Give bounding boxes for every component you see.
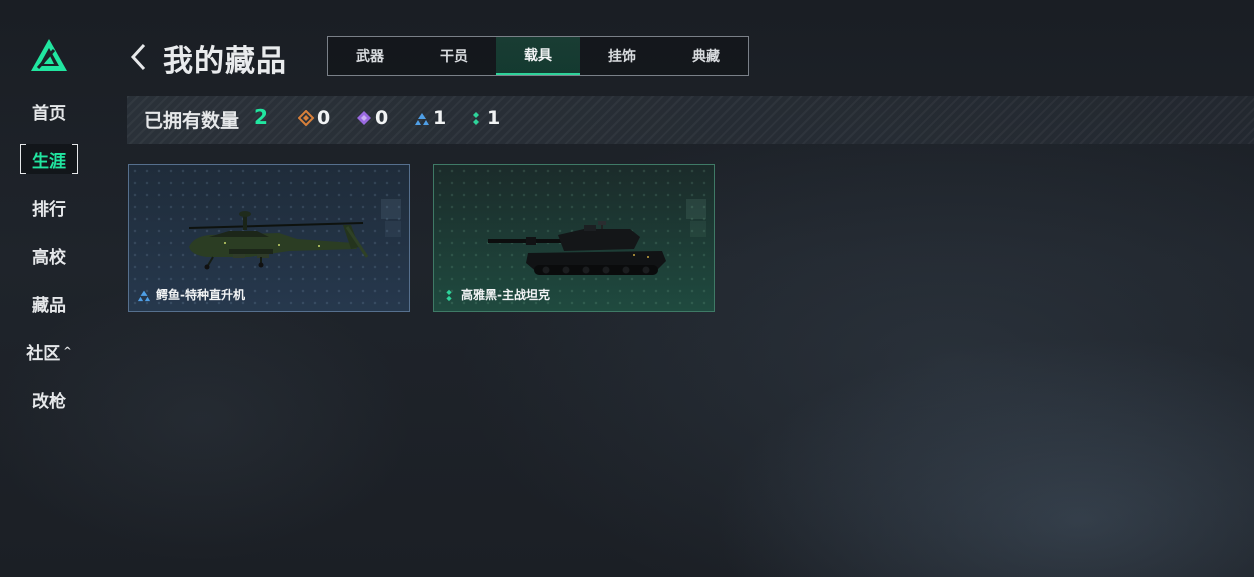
sidebar-item-label: 社区 (26, 343, 61, 364)
tab-vehicles[interactable]: 载具 (496, 37, 580, 75)
tab-weapons[interactable]: 武器 (328, 37, 412, 75)
rarity-count: 1 (487, 107, 501, 129)
sidebar-item-home[interactable]: 首页 (20, 96, 78, 126)
rarity-green: 1 (468, 108, 500, 128)
chevron-left-icon[interactable] (128, 42, 148, 72)
rarity-orange: 0 (298, 108, 330, 128)
green-dots-icon (446, 289, 452, 301)
sidebar-item-gunsmith[interactable]: 改枪 (20, 384, 78, 414)
rarity-count: 0 (317, 107, 331, 129)
category-tabs: 武器 干员 载具 挂饰 典藏 (327, 36, 749, 76)
sidebar-item-label: 排行 (32, 199, 66, 220)
sidebar: 首页 生涯 排行 高校 藏品 社区 ^ 改枪 (0, 0, 100, 577)
sidebar-item-label: 藏品 (32, 295, 66, 316)
vehicle-card[interactable]: 鳄鱼-特种直升机 (128, 164, 410, 312)
owned-summary-bar: 已拥有数量 2 0 0 1 1 (127, 96, 1254, 144)
tab-collection[interactable]: 典藏 (664, 37, 748, 75)
tank-image (488, 199, 706, 275)
tab-operators[interactable]: 干员 (412, 37, 496, 75)
sidebar-item-ranking[interactable]: 排行 (20, 192, 78, 222)
blue-triangle-icon (415, 113, 429, 125)
sidebar-item-collection[interactable]: 藏品 (20, 288, 78, 318)
app-logo-icon[interactable] (30, 38, 68, 72)
purple-diamond-icon (357, 111, 371, 125)
rarity-count: 1 (433, 107, 447, 129)
vehicle-card[interactable]: 高雅黑-主战坦克 (433, 164, 715, 312)
sidebar-item-university[interactable]: 高校 (20, 240, 78, 270)
sidebar-item-career[interactable]: 生涯 (20, 144, 78, 174)
rarity-blue: 1 (414, 108, 446, 128)
sidebar-item-label: 首页 (32, 103, 66, 124)
vehicle-name-text: 高雅黑-主战坦克 (461, 288, 550, 302)
vehicle-name-text: 鳄鱼-特种直升机 (156, 288, 245, 302)
sidebar-item-label: 改枪 (32, 391, 66, 412)
rarity-purple: 0 (356, 108, 388, 128)
owned-count-label: 已拥有数量 (144, 110, 240, 132)
chevron-up-icon: ^ (63, 345, 72, 357)
rarity-count: 0 (375, 107, 389, 129)
sidebar-item-label: 生涯 (32, 151, 66, 172)
helicopter-image (188, 199, 401, 270)
vehicle-name: 鳄鱼-特种直升机 (137, 286, 245, 303)
owned-count-value: 2 (254, 105, 268, 129)
sidebar-item-community[interactable]: 社区 ^ (20, 336, 78, 366)
vehicle-name: 高雅黑-主战坦克 (442, 286, 550, 303)
orange-diamond-icon (298, 110, 314, 126)
blue-triangle-icon (137, 290, 151, 301)
tab-charms[interactable]: 挂饰 (580, 37, 664, 75)
page-title: 我的藏品 (163, 44, 287, 79)
green-dots-icon (473, 112, 479, 125)
sidebar-item-label: 高校 (32, 247, 66, 268)
